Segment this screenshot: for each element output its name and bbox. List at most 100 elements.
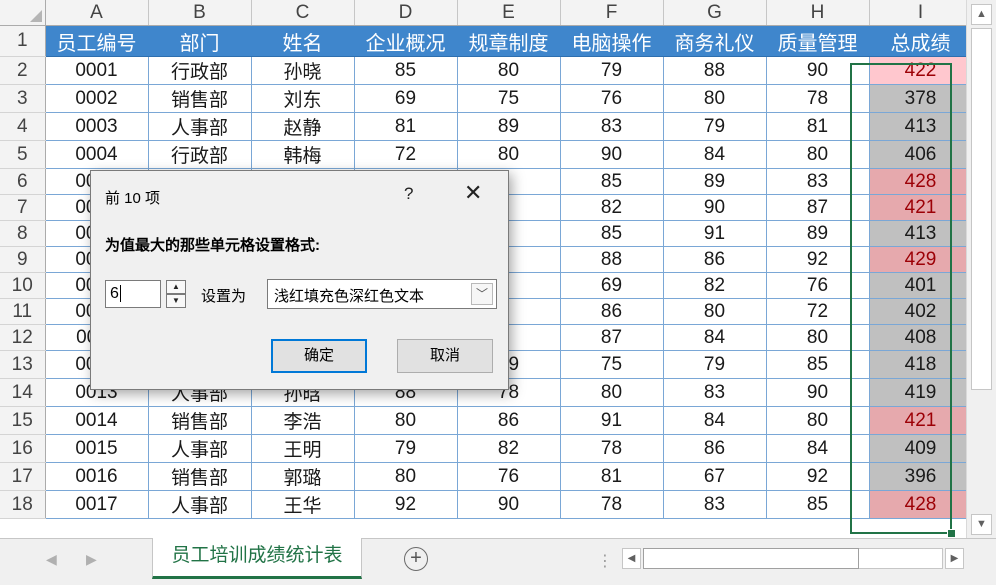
column-header[interactable]: E (457, 0, 561, 26)
row-header[interactable]: 14 (0, 378, 46, 407)
data-cell[interactable]: 85 (766, 350, 870, 379)
data-cell[interactable]: 81 (766, 112, 870, 141)
total-score-cell[interactable]: 421 (869, 194, 973, 221)
data-cell[interactable]: 80 (766, 324, 870, 351)
data-cell[interactable]: 人事部 (148, 490, 252, 519)
row-header[interactable]: 8 (0, 220, 46, 247)
chevron-down-icon[interactable]: ﹀ (471, 283, 493, 305)
item-count-input[interactable]: 6 (105, 280, 161, 308)
data-cell[interactable]: 行政部 (148, 140, 252, 169)
data-cell[interactable]: 82 (663, 272, 767, 299)
scroll-right-arrow-icon[interactable]: ▶ (945, 548, 964, 569)
data-cell[interactable]: 80 (663, 84, 767, 113)
total-score-cell[interactable]: 402 (869, 298, 973, 325)
row-header[interactable]: 3 (0, 84, 46, 113)
ok-button[interactable]: 确定 (271, 339, 367, 373)
total-score-cell[interactable]: 422 (869, 56, 973, 85)
data-cell[interactable]: 88 (663, 56, 767, 85)
data-cell[interactable]: 86 (663, 434, 767, 463)
data-cell[interactable]: 0001 (45, 56, 149, 85)
data-cell[interactable]: 79 (663, 112, 767, 141)
data-cell[interactable]: 80 (663, 298, 767, 325)
row-header[interactable]: 18 (0, 490, 46, 519)
row-header[interactable]: 6 (0, 168, 46, 195)
plus-circle-icon[interactable]: + (404, 547, 428, 571)
total-score-cell[interactable]: 396 (869, 462, 973, 491)
total-score-cell[interactable]: 413 (869, 112, 973, 141)
data-cell[interactable]: 0016 (45, 462, 149, 491)
data-cell[interactable]: 88 (560, 246, 664, 273)
horizontal-scroll-thumb[interactable] (643, 548, 859, 569)
data-cell[interactable]: 84 (663, 140, 767, 169)
data-cell[interactable]: 67 (663, 462, 767, 491)
data-cell[interactable]: 75 (560, 350, 664, 379)
row-header[interactable]: 7 (0, 194, 46, 221)
header-cell[interactable]: 总成绩 (869, 25, 973, 57)
data-cell[interactable]: 91 (560, 406, 664, 435)
data-cell[interactable]: 0017 (45, 490, 149, 519)
row-header[interactable]: 1 (0, 25, 46, 57)
row-header[interactable]: 13 (0, 350, 46, 379)
data-cell[interactable]: 82 (560, 194, 664, 221)
data-cell[interactable]: 85 (560, 220, 664, 247)
data-cell[interactable]: 90 (457, 490, 561, 519)
row-header[interactable]: 5 (0, 140, 46, 169)
data-cell[interactable]: 69 (560, 272, 664, 299)
sheet-tab-active[interactable]: 员工培训成绩统计表 (152, 538, 362, 579)
data-cell[interactable]: 91 (663, 220, 767, 247)
total-score-cell[interactable]: 428 (869, 168, 973, 195)
total-score-cell[interactable]: 429 (869, 246, 973, 273)
data-cell[interactable]: 人事部 (148, 112, 252, 141)
data-cell[interactable]: 76 (766, 272, 870, 299)
column-header[interactable]: B (148, 0, 252, 26)
data-cell[interactable]: 90 (766, 378, 870, 407)
spin-up-icon[interactable]: ▲ (166, 280, 186, 294)
header-cell[interactable]: 员工编号 (45, 25, 149, 57)
spin-down-icon[interactable]: ▼ (166, 294, 186, 308)
data-cell[interactable]: 李浩 (251, 406, 355, 435)
data-cell[interactable]: 89 (457, 112, 561, 141)
data-cell[interactable]: 82 (457, 434, 561, 463)
data-cell[interactable]: 76 (560, 84, 664, 113)
data-cell[interactable]: 行政部 (148, 56, 252, 85)
data-cell[interactable]: 84 (663, 406, 767, 435)
data-cell[interactable]: 85 (560, 168, 664, 195)
data-cell[interactable]: 86 (560, 298, 664, 325)
total-score-cell[interactable]: 378 (869, 84, 973, 113)
total-score-cell[interactable]: 401 (869, 272, 973, 299)
vertical-scrollbar[interactable]: ▲ ▼ (966, 0, 996, 538)
data-cell[interactable]: 92 (354, 490, 458, 519)
column-header[interactable]: C (251, 0, 355, 26)
data-cell[interactable]: 79 (354, 434, 458, 463)
scroll-left-arrow-icon[interactable]: ◀ (622, 548, 641, 569)
column-header[interactable]: I (869, 0, 973, 26)
total-score-cell[interactable]: 421 (869, 406, 973, 435)
horizontal-scrollbar[interactable]: ◀ ▶ (622, 548, 967, 569)
total-score-cell[interactable]: 418 (869, 350, 973, 379)
row-header[interactable]: 12 (0, 324, 46, 351)
data-cell[interactable]: 83 (766, 168, 870, 195)
data-cell[interactable]: 78 (560, 434, 664, 463)
total-score-cell[interactable]: 428 (869, 490, 973, 519)
data-cell[interactable]: 72 (766, 298, 870, 325)
data-cell[interactable]: 75 (457, 84, 561, 113)
data-cell[interactable]: 销售部 (148, 462, 252, 491)
row-header[interactable]: 4 (0, 112, 46, 141)
data-cell[interactable]: 87 (560, 324, 664, 351)
data-cell[interactable]: 79 (663, 350, 767, 379)
data-cell[interactable]: 86 (457, 406, 561, 435)
row-header[interactable]: 17 (0, 462, 46, 491)
total-score-cell[interactable]: 406 (869, 140, 973, 169)
column-header[interactable]: D (354, 0, 458, 26)
data-cell[interactable]: 刘东 (251, 84, 355, 113)
data-cell[interactable]: 80 (457, 140, 561, 169)
data-cell[interactable]: 81 (354, 112, 458, 141)
header-cell[interactable]: 部门 (148, 25, 252, 57)
row-header[interactable]: 11 (0, 298, 46, 325)
data-cell[interactable]: 76 (457, 462, 561, 491)
fill-handle[interactable] (947, 529, 956, 538)
data-cell[interactable]: 0003 (45, 112, 149, 141)
data-cell[interactable]: 80 (457, 56, 561, 85)
data-cell[interactable]: 0004 (45, 140, 149, 169)
row-header[interactable]: 16 (0, 434, 46, 463)
